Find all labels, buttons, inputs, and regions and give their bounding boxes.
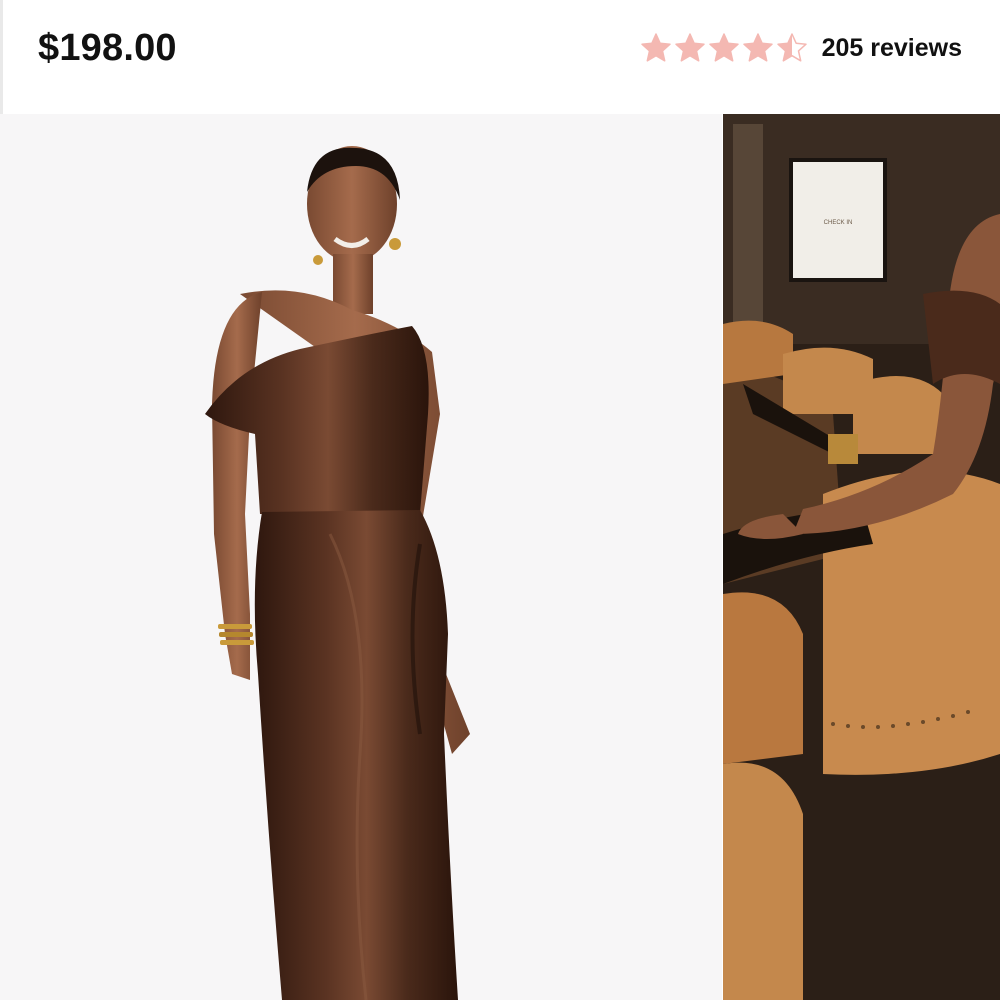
product-image-main[interactable]	[0, 114, 722, 1000]
product-image-gallery[interactable]: CHECK IN	[0, 114, 1000, 1000]
star-rating	[640, 32, 808, 64]
star-full-icon	[708, 33, 739, 62]
reviews-count-link[interactable]: 205 reviews	[822, 34, 962, 63]
product-price: $198.00	[38, 26, 177, 69]
product-header: $198.00 205 reviews	[0, 0, 1000, 112]
star-full-icon	[674, 33, 705, 62]
star-half-icon	[776, 33, 807, 62]
sign-text: CHECK IN	[824, 220, 853, 226]
star-full-icon	[742, 33, 773, 62]
rating-summary[interactable]: 205 reviews	[640, 32, 962, 64]
restaurant-photo-illustration: CHECK IN	[723, 114, 1000, 1000]
product-image-secondary[interactable]: CHECK IN	[723, 114, 1000, 1000]
star-full-icon	[640, 33, 671, 62]
model-photo-illustration	[0, 114, 722, 1000]
